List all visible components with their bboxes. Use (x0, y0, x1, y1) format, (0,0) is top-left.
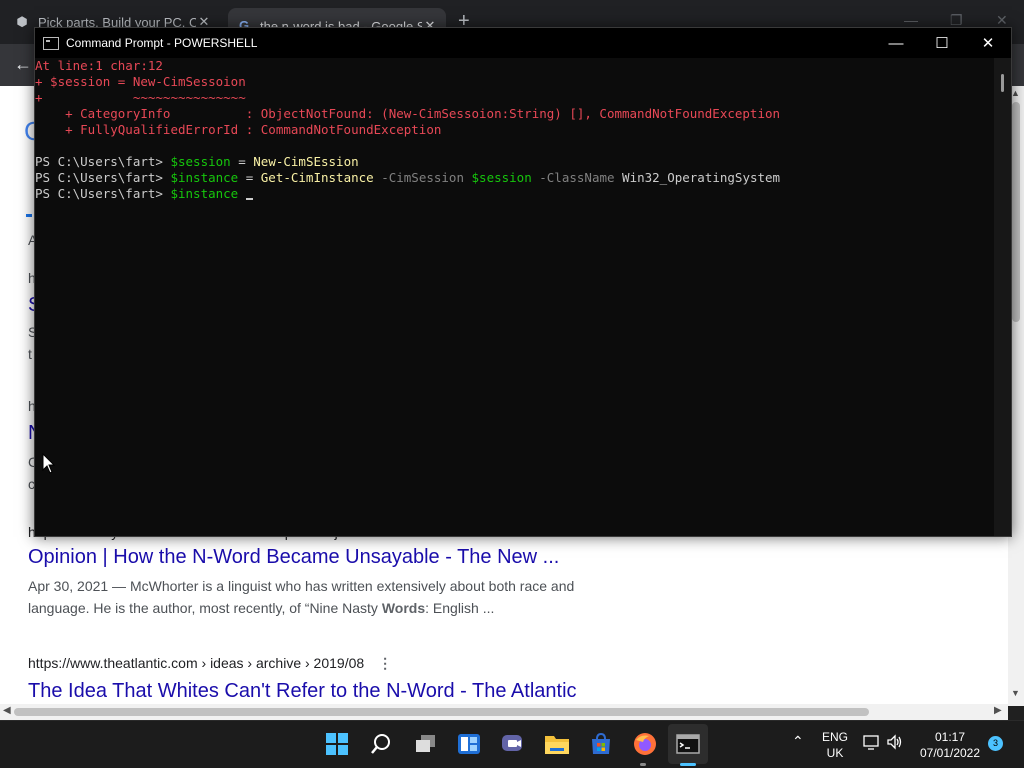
more-options-icon[interactable]: ⋮ (378, 655, 392, 672)
active-indicator (680, 763, 696, 766)
console-scrollbar[interactable] (994, 58, 1011, 536)
file-explorer-icon[interactable] (544, 731, 570, 757)
search-icon[interactable] (368, 731, 394, 757)
teams-chat-icon[interactable] (500, 731, 526, 757)
clock-time: 01:17 (934, 730, 966, 744)
console-scrollbar-thumb[interactable] (1001, 74, 1004, 92)
tab-underline (26, 214, 32, 217)
clipped-text: t (28, 346, 32, 362)
scrollbar-thumb[interactable] (14, 708, 869, 716)
clock-date: 07/01/2022 (919, 746, 981, 760)
firefox-icon[interactable] (632, 731, 658, 757)
result-title-link[interactable]: Opinion | How the N-Word Became Unsayabl… (28, 546, 608, 569)
scrollbar-thumb[interactable] (1012, 102, 1020, 322)
show-hidden-icons-chevron-up-icon[interactable]: ⌃ (792, 733, 804, 750)
scroll-down-icon[interactable]: ▼ (1011, 688, 1020, 698)
console-error-line: + FullyQualifiedErrorId : CommandNotFoun… (35, 122, 442, 137)
result-title-link[interactable]: The Idea That Whites Can't Refer to the … (28, 680, 577, 703)
search-result: https://www.nytimes.com › 2021/04/30 › o… (28, 524, 608, 619)
windows-start-icon[interactable] (324, 731, 350, 757)
network-icon[interactable] (862, 733, 880, 754)
language-indicator[interactable]: ENG UK (820, 730, 850, 760)
console-command-line: PS C:\Users\fart> $session = New-CimSEss… (35, 154, 359, 169)
page-horizontal-scrollbar[interactable]: ◀ ▶ (0, 704, 1008, 720)
search-result: https://www.theatlantic.com › ideas › ar… (28, 655, 577, 703)
scroll-left-icon[interactable]: ◀ (3, 705, 11, 716)
mouse-pointer-icon (42, 453, 56, 474)
running-indicator (640, 763, 646, 766)
console-titlebar[interactable]: Command Prompt - POWERSHELL — ☐ ✕ (35, 28, 1011, 58)
region-code: UK (826, 746, 844, 760)
console-command-line: PS C:\Users\fart> $instance = Get-CimIns… (35, 170, 781, 185)
text-cursor (245, 198, 253, 200)
back-button[interactable]: ← (14, 54, 32, 75)
console-input-line[interactable]: PS C:\Users\fart> $instance (35, 186, 253, 202)
language-code: ENG (821, 730, 848, 744)
console-output[interactable]: At line:1 char:12 + $session = New-CimSe… (35, 58, 995, 536)
result-snippet: Apr 30, 2021 — McWhorter is a linguist w… (28, 578, 575, 616)
microsoft-store-icon[interactable] (588, 731, 614, 757)
task-view-icon[interactable] (413, 731, 439, 757)
command-prompt-icon (43, 36, 59, 50)
console-error-line: + $session = New-CimSessoion (35, 74, 246, 89)
clock[interactable]: 01:17 07/01/2022 (916, 730, 984, 760)
widgets-icon[interactable] (456, 731, 482, 757)
console-error-line: + ~~~~~~~~~~~~~~~ (35, 90, 246, 105)
notification-count-badge[interactable]: 3 (988, 736, 1003, 751)
maximize-icon[interactable]: ☐ (919, 34, 965, 52)
taskbar: ⌃ ENG UK 01:17 07/01/2022 (0, 720, 1024, 768)
pcpartpicker-favicon-icon: ⬢ (16, 14, 28, 29)
browser-minimize-icon[interactable]: — (904, 12, 918, 28)
close-icon[interactable]: ✕ (965, 34, 1011, 52)
result-url[interactable]: https://www.theatlantic.com › ideas › ar… (28, 655, 577, 672)
scroll-right-icon[interactable]: ▶ (994, 705, 1002, 716)
minimize-icon[interactable]: — (873, 35, 919, 52)
console-error-line: At line:1 char:12 (35, 58, 163, 73)
command-prompt-taskbar-icon[interactable] (675, 731, 701, 757)
powershell-window[interactable]: Command Prompt - POWERSHELL — ☐ ✕ At lin… (34, 27, 1012, 537)
volume-icon[interactable] (886, 733, 904, 754)
scroll-up-icon[interactable]: ▲ (1011, 88, 1020, 98)
console-title: Command Prompt - POWERSHELL (66, 36, 258, 50)
console-error-line: + CategoryInfo : ObjectNotFound: (New-Ci… (35, 106, 781, 121)
